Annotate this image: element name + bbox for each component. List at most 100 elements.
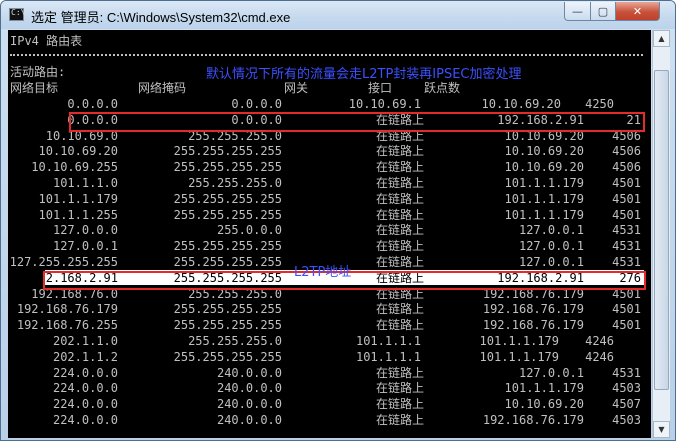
route-metric: 4506 <box>612 160 641 175</box>
route-dest: 192.168.76.179 <box>16 302 118 317</box>
highlight-default-route <box>69 112 645 132</box>
column-header-dest: 网络目标 <box>10 81 59 95</box>
route-row: 0.0.0.0 0.0.0.0 10.10.69.1 10.10.69.20 4250 <box>8 96 651 112</box>
column-header-interface: 接口 <box>368 81 393 95</box>
route-interface: 101.1.1.179 <box>479 349 559 364</box>
route-interface: 101.1.1.179 <box>504 191 584 206</box>
route-row: 224.0.0.0 240.0.0.0 在链路上 10.10.69.20 4507 <box>8 396 651 412</box>
route-row: 101.1.1.0 255.255.255.0 在链路上 101.1.1.179 450… <box>8 175 651 191</box>
route-row: 224.0.0.0 240.0.0.0 在链路上 192.168.76.179 4503 <box>8 412 651 428</box>
window-title: 选定 管理员: C:\Windows\System32\cmd.exe <box>31 10 291 25</box>
route-mask: 255.255.255.255 <box>173 144 282 159</box>
route-dest: 101.1.1.255 <box>38 207 118 222</box>
route-dest: 10.10.69.255 <box>31 160 118 175</box>
separator-line <box>10 54 643 56</box>
maximize-button[interactable]: ▢ <box>590 2 616 21</box>
route-dest: 224.0.0.0 <box>52 397 118 412</box>
route-gateway: 101.1.1.1 <box>355 334 421 348</box>
route-interface: 127.0.0.1 <box>518 365 584 380</box>
scroll-down-icon[interactable]: ▼ <box>653 421 670 438</box>
route-row: 224.0.0.0 240.0.0.0 在链路上 127.0.0.1 4531 <box>8 365 651 381</box>
route-interface: 101.1.1.179 <box>504 207 584 222</box>
route-row: 224.0.0.0 240.0.0.0 在链路上 101.1.1.179 4503 <box>8 380 651 396</box>
route-metric: 4501 <box>612 176 641 190</box>
route-gateway: 在链路上 <box>376 160 425 175</box>
route-dest: 10.10.69.20 <box>38 144 118 159</box>
route-mask: 0.0.0.0 <box>231 97 282 111</box>
route-row: 192.168.76.255 255.255.255.255 在链路上 192.168… <box>8 317 651 333</box>
cmd-window: C:\ 选定 管理员: C:\Windows\System32\cmd.exe … <box>0 0 676 441</box>
route-mask: 255.255.255.255 <box>173 349 282 364</box>
route-mask: 255.255.255.255 <box>173 207 282 222</box>
route-gateway: 在链路上 <box>376 302 425 317</box>
vertical-scrollbar[interactable]: ▲ ▼ <box>652 30 670 438</box>
scroll-up-icon[interactable]: ▲ <box>653 30 670 47</box>
column-header-metric: 跃点数 <box>424 81 461 95</box>
minimize-button[interactable]: — <box>564 2 591 21</box>
route-mask: 255.255.255.0 <box>188 334 282 348</box>
route-metric: 4503 <box>612 381 641 396</box>
route-gateway: 在链路上 <box>376 413 425 427</box>
route-gateway: 101.1.1.1 <box>355 349 421 364</box>
route-gateway: 在链路上 <box>376 144 425 159</box>
route-interface: 192.168.76.179 <box>482 413 584 427</box>
console-output[interactable]: IPv4 路由表 活动路由: 默认情况下所有的流量会走L2TP封装再IPSEC加… <box>8 30 651 438</box>
cmd-app-icon[interactable]: C:\ <box>9 8 25 21</box>
route-row: 10.10.69.20 255.255.255.255 在链路上 10.10.69.2… <box>8 143 651 159</box>
active-routes-label: 活动路由: <box>10 65 66 79</box>
route-metric: 4501 <box>612 302 641 317</box>
column-header-mask: 网络掩码 <box>138 81 187 95</box>
route-interface: 127.0.0.1 <box>518 239 584 254</box>
scroll-thumb[interactable] <box>654 70 669 390</box>
route-dest: 127.255.255.255 <box>9 255 118 269</box>
route-gateway: 在链路上 <box>376 223 425 238</box>
route-row: 192.168.76.179 255.255.255.255 在链路上 192.168… <box>8 301 651 317</box>
route-gateway: 在链路上 <box>376 255 425 269</box>
route-dest: 202.1.1.0 <box>52 334 118 348</box>
route-mask: 255.255.255.255 <box>173 318 282 333</box>
route-dest: 127.0.0.1 <box>52 239 118 254</box>
route-metric: 4531 <box>612 239 641 254</box>
route-mask: 255.255.255.255 <box>173 160 282 175</box>
route-gateway: 在链路上 <box>376 397 425 412</box>
route-interface: 101.1.1.179 <box>479 334 559 348</box>
route-row: 202.1.1.2 255.255.255.255 101.1.1.1 101.1.1… <box>8 349 651 365</box>
route-gateway: 10.10.69.1 <box>348 97 421 111</box>
route-dest: 101.1.1.179 <box>38 191 118 206</box>
route-metric: 4506 <box>612 144 641 159</box>
route-gateway: 在链路上 <box>376 176 425 190</box>
route-metric: 4531 <box>612 223 641 238</box>
route-dest: 192.168.76.255 <box>16 318 118 333</box>
route-metric: 4250 <box>585 97 614 111</box>
route-dest: 224.0.0.0 <box>52 381 118 396</box>
route-interface: 10.10.69.20 <box>504 144 584 159</box>
route-dest: 0.0.0.0 <box>67 97 118 111</box>
route-metric: 4531 <box>612 255 641 269</box>
route-gateway: 在链路上 <box>376 365 425 380</box>
route-row: 101.1.1.179 255.255.255.255 在链路上 101.1.1.17… <box>8 191 651 207</box>
route-metric: 4501 <box>612 191 641 206</box>
route-dest: 224.0.0.0 <box>52 413 118 427</box>
route-interface: 101.1.1.179 <box>504 176 584 190</box>
route-metric: 4501 <box>612 207 641 222</box>
route-gateway: 在链路上 <box>376 318 425 333</box>
route-row: 101.1.1.255 255.255.255.255 在链路上 101.1.1.17… <box>8 207 651 223</box>
route-metric: 4246 <box>585 334 614 348</box>
annotation-default-route: 默认情况下所有的流量会走L2TP封装再IPSEC加密处理 <box>206 67 522 82</box>
route-mask: 240.0.0.0 <box>216 381 282 396</box>
route-mask: 255.255.255.255 <box>173 191 282 206</box>
route-row: 10.10.69.255 255.255.255.255 在链路上 10.10.69.… <box>8 159 651 175</box>
route-mask: 240.0.0.0 <box>216 365 282 380</box>
route-row: 202.1.1.0 255.255.255.0 101.1.1.1 101.1.1.1… <box>8 333 651 349</box>
route-interface: 192.168.76.179 <box>482 318 584 333</box>
route-dest: 202.1.1.2 <box>52 349 118 364</box>
route-metric: 4503 <box>612 413 641 427</box>
route-mask: 255.255.255.255 <box>173 255 282 269</box>
route-interface: 10.10.69.20 <box>504 160 584 175</box>
route-mask: 240.0.0.0 <box>216 413 282 427</box>
title-bar[interactable]: C:\ 选定 管理员: C:\Windows\System32\cmd.exe … <box>1 1 675 29</box>
route-gateway: 在链路上 <box>376 207 425 222</box>
route-mask: 255.255.255.255 <box>173 239 282 254</box>
route-metric: 4246 <box>585 349 614 364</box>
close-button[interactable]: ✕ <box>615 2 660 21</box>
